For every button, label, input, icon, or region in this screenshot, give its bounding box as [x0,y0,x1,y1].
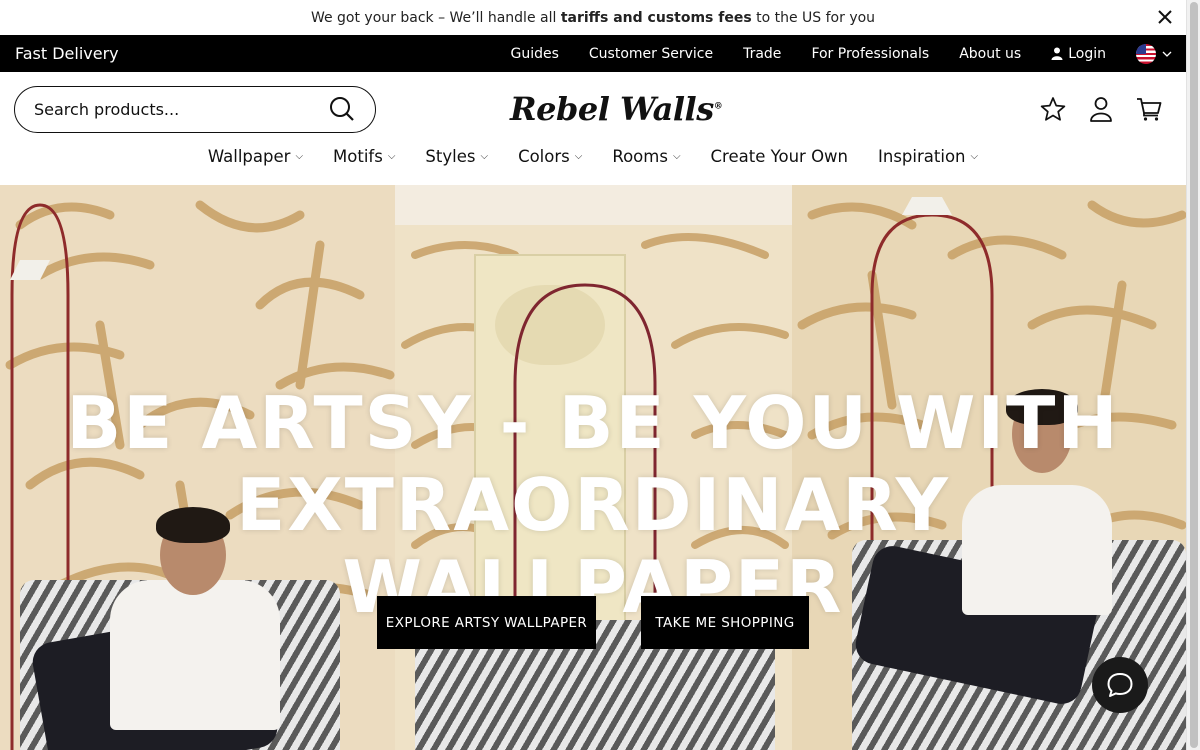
guides-link[interactable]: Guides [510,46,558,62]
hero-banner: BE ARTSY - BE YOU WITH EXTRAORDINARY WAL… [0,185,1186,750]
nav-label: Create Your Own [710,147,849,166]
nav-item-styles[interactable]: Styles ⌵ [425,147,488,166]
us-flag-icon [1136,43,1156,64]
nav-label: Wallpaper [207,147,291,166]
nav-label: Motifs [333,147,383,166]
star-icon[interactable] [1040,96,1066,122]
scrollbar-thumb[interactable] [1190,2,1198,748]
chevron-down-icon: ⌵ [480,151,489,162]
explore-artsy-wallpaper-button[interactable]: EXPLORE ARTSY WALLPAPER [377,596,596,649]
take-me-shopping-button[interactable]: TAKE ME SHOPPING [641,596,809,649]
logo-mark: ® [713,101,723,112]
nav-item-inspiration[interactable]: Inspiration ⌵ [878,147,978,166]
chevron-down-icon [1162,51,1172,57]
nav-label: Inspiration [878,147,966,166]
utility-links: Guides Customer Service Trade For Profes… [510,43,1172,64]
chevron-down-icon: ⌵ [387,151,396,162]
nav-label: Rooms [612,147,668,166]
main-navigation: Wallpaper ⌵ Motifs ⌵ Styles ⌵ Colors ⌵ Rooms… [0,147,1186,166]
site-logo[interactable]: Rebel Walls® [510,90,723,128]
search-box[interactable] [14,86,376,133]
chat-widget-button[interactable] [1092,657,1148,713]
nav-item-motifs[interactable]: Motifs ⌵ [333,147,395,166]
announcement-bar: We got your back – We’ll handle all tari… [0,0,1186,35]
chevron-down-icon: ⌵ [970,151,979,162]
page-scrollbar[interactable] [1186,0,1200,750]
nav-label: Colors [518,147,570,166]
hero-headline-line-1: BE ARTSY - BE YOU WITH [66,381,1120,465]
chevron-down-icon: ⌵ [672,151,681,162]
for-professionals-link[interactable]: For Professionals [811,46,929,62]
user-icon [1051,47,1063,60]
chat-icon [1107,673,1133,697]
cart-icon[interactable] [1136,96,1162,122]
nav-item-colors[interactable]: Colors ⌵ [518,147,582,166]
header-icons [1040,96,1162,122]
nav-item-wallpaper[interactable]: Wallpaper ⌵ [208,147,303,166]
logo-text: Rebel Walls [510,90,714,128]
trade-link[interactable]: Trade [743,46,781,62]
nav-item-rooms[interactable]: Rooms ⌵ [612,147,680,166]
close-icon[interactable] [1156,8,1174,26]
utility-bar: Fast Delivery Guides Customer Service Tr… [0,35,1186,72]
nav-label: Styles [425,147,476,166]
customer-service-link[interactable]: Customer Service [589,46,713,62]
site-header: Rebel Walls® Wallpaper ⌵ Motifs ⌵ Styles ⌵ … [0,72,1186,185]
announcement-text: We got your back – We’ll handle all tari… [310,9,876,26]
about-us-link[interactable]: About us [959,46,1021,62]
search-icon[interactable] [329,96,355,126]
nav-item-create-your-own[interactable]: Create Your Own [711,147,848,166]
chevron-down-icon: ⌵ [295,151,304,162]
fast-delivery-label: Fast Delivery [15,44,119,63]
login-label: Login [1068,45,1106,62]
chevron-down-icon: ⌵ [574,151,583,162]
login-link[interactable]: Login [1051,46,1106,62]
search-input[interactable] [34,100,314,119]
country-selector[interactable] [1136,43,1172,64]
account-icon[interactable] [1088,96,1114,122]
